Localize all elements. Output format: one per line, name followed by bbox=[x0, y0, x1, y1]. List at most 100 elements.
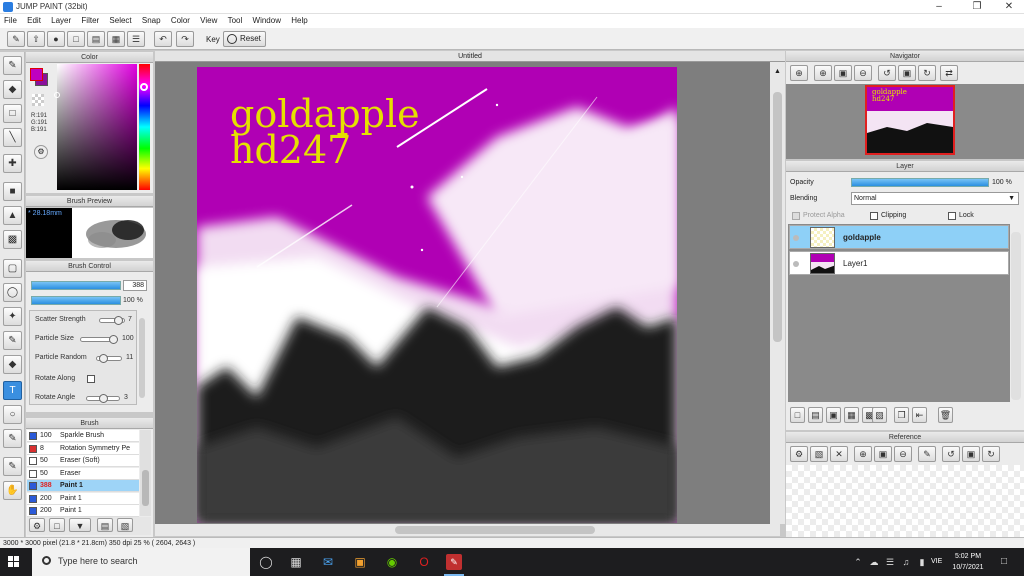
reference-close-icon[interactable]: ✕ bbox=[830, 446, 848, 462]
brush-size-value[interactable]: 388 bbox=[123, 280, 147, 291]
select-eraser-icon[interactable]: ◆ bbox=[3, 355, 22, 374]
layer-visibility-icon[interactable] bbox=[793, 261, 799, 267]
layer-row-goldapple[interactable]: goldapple bbox=[789, 225, 1009, 249]
document-icon[interactable]: ▤ bbox=[87, 31, 105, 47]
saturation-value-picker[interactable] bbox=[57, 64, 137, 190]
move-tool-icon[interactable]: ✚ bbox=[3, 154, 22, 173]
particle-random-slider[interactable] bbox=[96, 354, 122, 363]
store-icon[interactable]: ▣ bbox=[352, 554, 368, 570]
menu-file[interactable]: File bbox=[0, 14, 21, 28]
brush-tool-icon[interactable]: ✎ bbox=[3, 56, 22, 75]
blending-mode-select[interactable]: Normal ▼ bbox=[851, 192, 1019, 205]
artwork-canvas[interactable]: goldapple hd247 bbox=[197, 67, 677, 523]
menu-snap[interactable]: Snap bbox=[138, 14, 165, 28]
hue-slider-handle[interactable] bbox=[140, 83, 148, 91]
select-pen-icon[interactable]: ✎ bbox=[3, 331, 22, 350]
list-icon[interactable]: ☰ bbox=[127, 31, 145, 47]
hand-tool-icon[interactable]: ✋ bbox=[3, 481, 22, 500]
brush-doc-icon[interactable]: ▤ bbox=[97, 518, 113, 532]
new-file-icon[interactable]: ✎ bbox=[7, 31, 25, 47]
message-icon[interactable]: □ bbox=[67, 31, 85, 47]
text-tool-icon[interactable]: T bbox=[3, 381, 22, 400]
opera-icon[interactable]: O bbox=[416, 554, 432, 570]
menu-color[interactable]: Color bbox=[167, 14, 194, 28]
screentone-icon[interactable]: ▦ bbox=[844, 407, 859, 423]
menu-view[interactable]: View bbox=[196, 14, 221, 28]
reset-view-icon[interactable]: ▣ bbox=[898, 65, 916, 81]
layer-mask-icon[interactable]: ▣ bbox=[826, 407, 841, 423]
scatter-strength-slider[interactable] bbox=[99, 316, 125, 325]
horizontal-scroll-thumb[interactable] bbox=[395, 526, 595, 534]
new-layer-alt-icon[interactable]: ▤ bbox=[808, 407, 823, 423]
gradient-tool-icon[interactable]: ▩ bbox=[3, 230, 22, 249]
reference-rotate-icon[interactable]: ↺ bbox=[942, 446, 960, 462]
operation-tool-icon[interactable]: ○ bbox=[3, 405, 22, 424]
zoom-out-icon[interactable]: ⊖ bbox=[854, 65, 872, 81]
language-indicator[interactable]: VIE bbox=[931, 558, 942, 565]
brush-control-scrollbar[interactable] bbox=[139, 318, 145, 398]
menu-layer[interactable]: Layer bbox=[47, 14, 75, 28]
export-icon[interactable]: ⇧ bbox=[27, 31, 45, 47]
rotate-right-icon[interactable]: ↻ bbox=[918, 65, 936, 81]
reference-zoom-out-icon[interactable]: ⊖ bbox=[894, 446, 912, 462]
wifi-icon[interactable]: ☰ bbox=[882, 554, 898, 570]
canvas-horizontal-scrollbar[interactable] bbox=[155, 524, 780, 536]
menu-select[interactable]: Select bbox=[105, 14, 135, 28]
mail-icon[interactable]: ✉ bbox=[320, 554, 336, 570]
brush-list-item[interactable]: 200 Paint 1 bbox=[27, 492, 139, 505]
flip-icon[interactable]: ⇄ bbox=[940, 65, 958, 81]
particle-size-slider[interactable] bbox=[80, 335, 118, 344]
brush-list-item[interactable]: 8 Rotation Symmetry Pe bbox=[27, 442, 139, 455]
sv-picker-handle[interactable] bbox=[54, 92, 60, 98]
brush-list-item[interactable]: 50 Eraser (Soft) bbox=[27, 455, 139, 467]
undo-icon[interactable]: ↶ bbox=[154, 31, 172, 47]
document-tab-untitled[interactable]: Untitled bbox=[458, 53, 482, 60]
protect-alpha-checkbox[interactable] bbox=[792, 212, 800, 220]
windows-start-icon[interactable] bbox=[8, 556, 20, 568]
new-layer-icon[interactable]: □ bbox=[790, 407, 805, 423]
reset-button[interactable]: Reset bbox=[223, 31, 266, 47]
layer-opacity-slider[interactable] bbox=[851, 178, 989, 187]
rect-fill-tool-icon[interactable]: ■ bbox=[3, 182, 22, 201]
clipping-checkbox[interactable] bbox=[870, 212, 878, 220]
shape-tool-icon[interactable]: □ bbox=[3, 104, 22, 123]
rotate-along-checkbox[interactable] bbox=[87, 375, 95, 383]
line-tool-icon[interactable]: ╲ bbox=[3, 128, 22, 147]
reference-zoom-in-icon[interactable]: ⊕ bbox=[854, 446, 872, 462]
redo-icon[interactable]: ↷ bbox=[176, 31, 194, 47]
lasso-select-icon[interactable]: ◯ bbox=[3, 283, 22, 302]
navigator-thumbnail[interactable]: goldapple hd247 bbox=[865, 85, 955, 155]
lock-checkbox[interactable] bbox=[948, 212, 956, 220]
layer-visibility-icon[interactable] bbox=[793, 235, 799, 241]
slider-knob[interactable] bbox=[114, 316, 123, 325]
duplicate-layer-icon[interactable]: ❐ bbox=[894, 407, 909, 423]
brush-list-item[interactable]: 388 Paint 1 bbox=[27, 480, 139, 492]
rect-select-icon[interactable]: ▢ bbox=[3, 259, 22, 278]
battery-icon[interactable]: ▮ bbox=[914, 554, 930, 570]
cortana-icon[interactable]: ◯ bbox=[258, 554, 274, 570]
primary-color-swatch[interactable] bbox=[30, 68, 43, 81]
menu-help[interactable]: Help bbox=[287, 14, 311, 28]
grid-icon[interactable]: ▦ bbox=[107, 31, 125, 47]
reference-rotate-right-icon[interactable]: ↻ bbox=[982, 446, 1000, 462]
brush-settings-icon[interactable]: ⚙ bbox=[29, 518, 45, 532]
network-icon[interactable]: ☁ bbox=[866, 554, 882, 570]
task-view-icon[interactable]: ▦ bbox=[288, 554, 304, 570]
fit-icon[interactable]: ▣ bbox=[834, 65, 852, 81]
brush-list-item[interactable]: 100 Sparkle Brush bbox=[27, 430, 139, 442]
reference-reset-icon[interactable]: ▣ bbox=[962, 446, 980, 462]
coc-coc-icon[interactable]: ◉ bbox=[384, 554, 400, 570]
brush-list-scrollbar[interactable] bbox=[140, 430, 151, 516]
rotate-left-icon[interactable]: ↺ bbox=[878, 65, 896, 81]
eraser-tool-icon[interactable]: ◆ bbox=[3, 80, 22, 99]
taskbar-clock[interactable]: 5:02 PM 10/7/2021 bbox=[948, 551, 988, 573]
vertical-scroll-thumb[interactable] bbox=[773, 92, 782, 342]
merge-layer-icon[interactable]: ⇤ bbox=[912, 407, 927, 423]
brush-list-scroll-thumb[interactable] bbox=[142, 470, 149, 506]
zoom-in-icon[interactable]: ⊕ bbox=[790, 65, 808, 81]
brush-folder-icon[interactable]: ▧ bbox=[117, 518, 133, 532]
volume-icon[interactable]: ♫ bbox=[898, 554, 914, 570]
zoom-in-alt-icon[interactable]: ⊕ bbox=[814, 65, 832, 81]
comment-icon[interactable]: ● bbox=[47, 31, 65, 47]
maximize-button[interactable]: ❐ bbox=[960, 0, 994, 14]
